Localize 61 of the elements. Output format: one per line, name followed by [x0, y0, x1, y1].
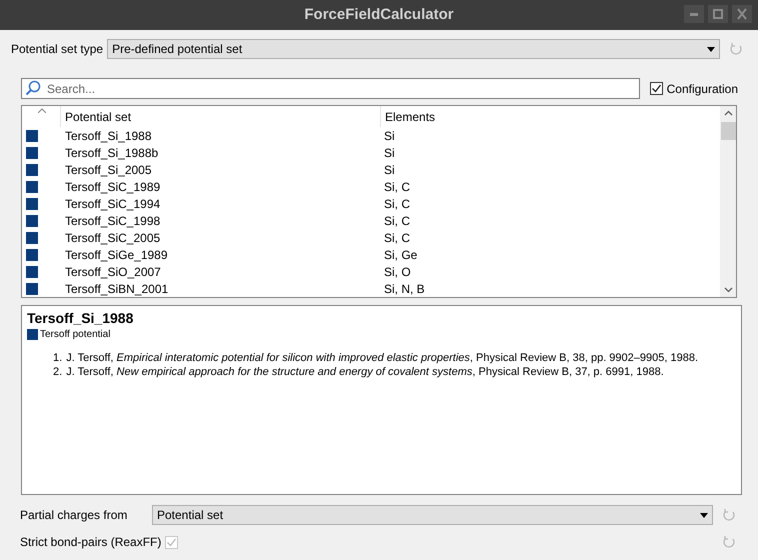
table-cell-text: Si [383, 128, 395, 144]
table-cell-text: Tersoff_SiC_1989 [64, 178, 162, 196]
sort-caret-icon[interactable] [38, 108, 46, 113]
search-field[interactable]: Search... [21, 78, 640, 99]
table-row[interactable]: Tersoff_SiO_2007 Si, O [22, 263, 720, 280]
table-row[interactable]: Tersoff_SiC_1998 Si, C [22, 212, 720, 229]
list-number: 2. [53, 365, 62, 379]
table-cell-text: Tersoff_SiO_2007 [64, 264, 162, 280]
list-number: 1. [53, 351, 62, 365]
table-cell-text: Si, C [383, 196, 410, 212]
checkbox-label: Configuration [666, 80, 738, 98]
scrollbar-thumb[interactable] [720, 122, 736, 140]
table-row[interactable]: Tersoff_SiBN_2001 Si, N, B [22, 280, 720, 297]
column-header[interactable]: Elements [381, 106, 720, 127]
scroll-down-icon[interactable] [724, 287, 732, 293]
field-label: Partial charges from [20, 507, 128, 524]
table-row[interactable]: Tersoff_SiC_2005 Si, C [22, 229, 720, 246]
caret-icon [707, 46, 715, 52]
table-cell-text: Si, N, B [383, 280, 425, 297]
table-cell-text: Tersoff_SiC_1998 [64, 212, 162, 230]
caret-icon [700, 512, 708, 518]
table-cell-text: Tersoff_SiGe_1989 [64, 246, 169, 264]
reset-icon[interactable] [721, 508, 737, 522]
table-row[interactable]: Tersoff_Si_2005 Si [22, 161, 720, 178]
table-cell-text: Tersoff_SiBN_2001 [64, 280, 170, 297]
table-row[interactable]: Tersoff_SiC_1989 Si, C [22, 178, 720, 195]
details-title: Tersoff_Si_1988 [27, 310, 134, 327]
table-cell-text: Tersoff_SiC_2005 [64, 230, 162, 246]
table-cell-text: Si, Ge [383, 246, 418, 264]
table-row[interactable]: Tersoff_SiC_1994 Si, C [22, 195, 720, 212]
reference-text: J. Tersoff, New empirical approach for the structure and energy of covalent systems, Physical Review B, 37, p. 6991, 1988. [66, 365, 664, 379]
table-cell-text: Tersoff_SiC_1994 [64, 196, 162, 212]
checkbox-label: Strict bond-pairs (ReaxFF) [20, 534, 162, 551]
table-row[interactable]: Tersoff_SiGe_1989 Si, Ge [22, 246, 720, 263]
table-cell-text: Si, C [383, 212, 410, 230]
search-icon [25, 80, 41, 96]
maximize-icon[interactable] [708, 5, 728, 23]
table-cell-text: Tersoff_Si_1988 [64, 128, 153, 144]
table-cell-text: Si, C [383, 230, 410, 246]
table-cell-text: Si, O [383, 264, 411, 280]
table-cell-text: Tersoff_Si_2005 [64, 162, 153, 178]
table-cell-text: Si [383, 144, 395, 162]
potential-set-type-dropdown[interactable]: Pre-defined potential set [107, 39, 720, 59]
field-label: Potential set type [11, 41, 104, 58]
table-cell-text: Tersoff_Si_1988b [64, 144, 160, 162]
scrollbar[interactable] [720, 106, 736, 297]
reset-icon[interactable] [728, 42, 744, 56]
minimize-icon[interactable] [684, 5, 704, 23]
reference-text: J. Tersoff, Empirical interatomic potential for silicon with improved elastic properties, Physical Review B, 38, pp. 9902–9905, 1988. [66, 351, 698, 365]
reset-icon[interactable] [721, 535, 737, 549]
partial-charges-dropdown[interactable]: Potential set [152, 505, 713, 525]
table-row[interactable]: Tersoff_Si_1988b Si [22, 144, 720, 161]
column-header[interactable]: Potential set [61, 106, 381, 127]
legend-label: Tersoff potential [40, 328, 110, 342]
close-icon[interactable] [732, 5, 752, 23]
table-cell-text: Si, C [383, 178, 410, 196]
scroll-up-icon[interactable] [724, 110, 732, 116]
window-title: ForceFieldCalculator [304, 4, 454, 25]
table-cell-text: Si [383, 162, 395, 178]
table-row[interactable]: Tersoff_Si_1988 Si [22, 127, 720, 144]
checkbox[interactable] [650, 82, 663, 95]
